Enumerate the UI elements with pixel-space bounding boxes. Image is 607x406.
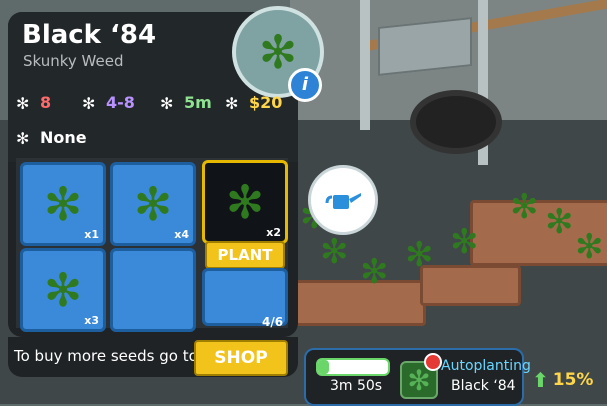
slot-count: x3 bbox=[84, 314, 99, 327]
stat-yield: ✻ 4-8 bbox=[82, 93, 135, 113]
leaf-stat-icon: ✻ bbox=[16, 93, 30, 113]
seed-name: Black ‘84 bbox=[22, 20, 157, 50]
autoplant-label: Autoplanting bbox=[441, 358, 531, 374]
plant-icon: ✻ bbox=[360, 252, 389, 292]
stat-potency: ✻ 8 bbox=[16, 93, 52, 113]
stat-value: 4-8 bbox=[106, 93, 135, 112]
slot-count: x4 bbox=[174, 228, 189, 241]
stat-value: $20 bbox=[249, 93, 283, 112]
seed-leaf-icon: ✻ bbox=[43, 263, 83, 317]
plant-icon: ✻ bbox=[545, 202, 574, 242]
slot-count: x2 bbox=[266, 226, 281, 239]
plant-icon: ✻ bbox=[320, 232, 349, 272]
shelf-post bbox=[360, 0, 370, 130]
watering-can-button[interactable] bbox=[308, 165, 378, 235]
plant-pot bbox=[420, 265, 521, 306]
autoplant-time: 3m 50s bbox=[330, 378, 383, 394]
seed-type: Skunky Weed bbox=[23, 52, 124, 70]
leaf-stat-icon: ✻ bbox=[160, 93, 174, 113]
slot-count: x1 bbox=[84, 228, 99, 241]
tire bbox=[410, 90, 502, 154]
stat-value: 8 bbox=[40, 93, 52, 112]
plant-button[interactable]: PLANT bbox=[205, 241, 285, 269]
seed-capacity: 4/6 bbox=[262, 315, 284, 329]
autoplant-progress bbox=[316, 358, 390, 376]
seed-leaf-icon: ✻ bbox=[43, 177, 83, 231]
seed-leaf-icon: ✻ bbox=[225, 175, 265, 229]
leaf-stat-icon: ✻ bbox=[225, 93, 239, 113]
plant-icon: ✻ bbox=[510, 187, 539, 227]
storage-box bbox=[378, 17, 472, 76]
growth-indicator: ⬆ 15% bbox=[532, 368, 593, 392]
info-button[interactable]: i bbox=[288, 68, 322, 102]
plant-icon: ✻ bbox=[405, 235, 434, 275]
seed-slot[interactable]: ✻ x1 bbox=[20, 162, 106, 246]
special-effect: ✻ None bbox=[16, 128, 87, 148]
up-arrow-icon: ⬆ bbox=[532, 368, 549, 392]
stat-time: ✻ 5m bbox=[160, 93, 212, 113]
watering-can-icon bbox=[325, 193, 361, 209]
seed-slot-selected[interactable]: ✻ x2 bbox=[202, 160, 288, 244]
autoplant-strain: Black ‘84 bbox=[451, 378, 516, 394]
seed-slot[interactable]: ✻ x3 bbox=[20, 248, 106, 332]
stat-price: ✻ $20 bbox=[225, 93, 283, 113]
plant-icon: ✻ bbox=[450, 222, 479, 262]
stop-icon[interactable] bbox=[424, 353, 442, 371]
growth-percent: 15% bbox=[552, 370, 594, 390]
seed-leaf-icon: ✻ bbox=[133, 177, 173, 231]
plant-icon: ✻ bbox=[575, 227, 604, 267]
leaf-stat-icon: ✻ bbox=[16, 128, 30, 148]
seed-slot[interactable]: ✻ x4 bbox=[110, 162, 196, 246]
seed-slot-empty[interactable] bbox=[110, 248, 196, 332]
buy-text: To buy more seeds go to bbox=[14, 347, 198, 365]
weed-leaf-icon: ✻ bbox=[258, 25, 298, 79]
stat-value: 5m bbox=[184, 93, 212, 112]
shop-button[interactable]: SHOP bbox=[194, 340, 288, 376]
autoplant-progress-fill bbox=[318, 360, 329, 374]
leaf-stat-icon: ✻ bbox=[82, 93, 96, 113]
special-value: None bbox=[40, 128, 87, 147]
